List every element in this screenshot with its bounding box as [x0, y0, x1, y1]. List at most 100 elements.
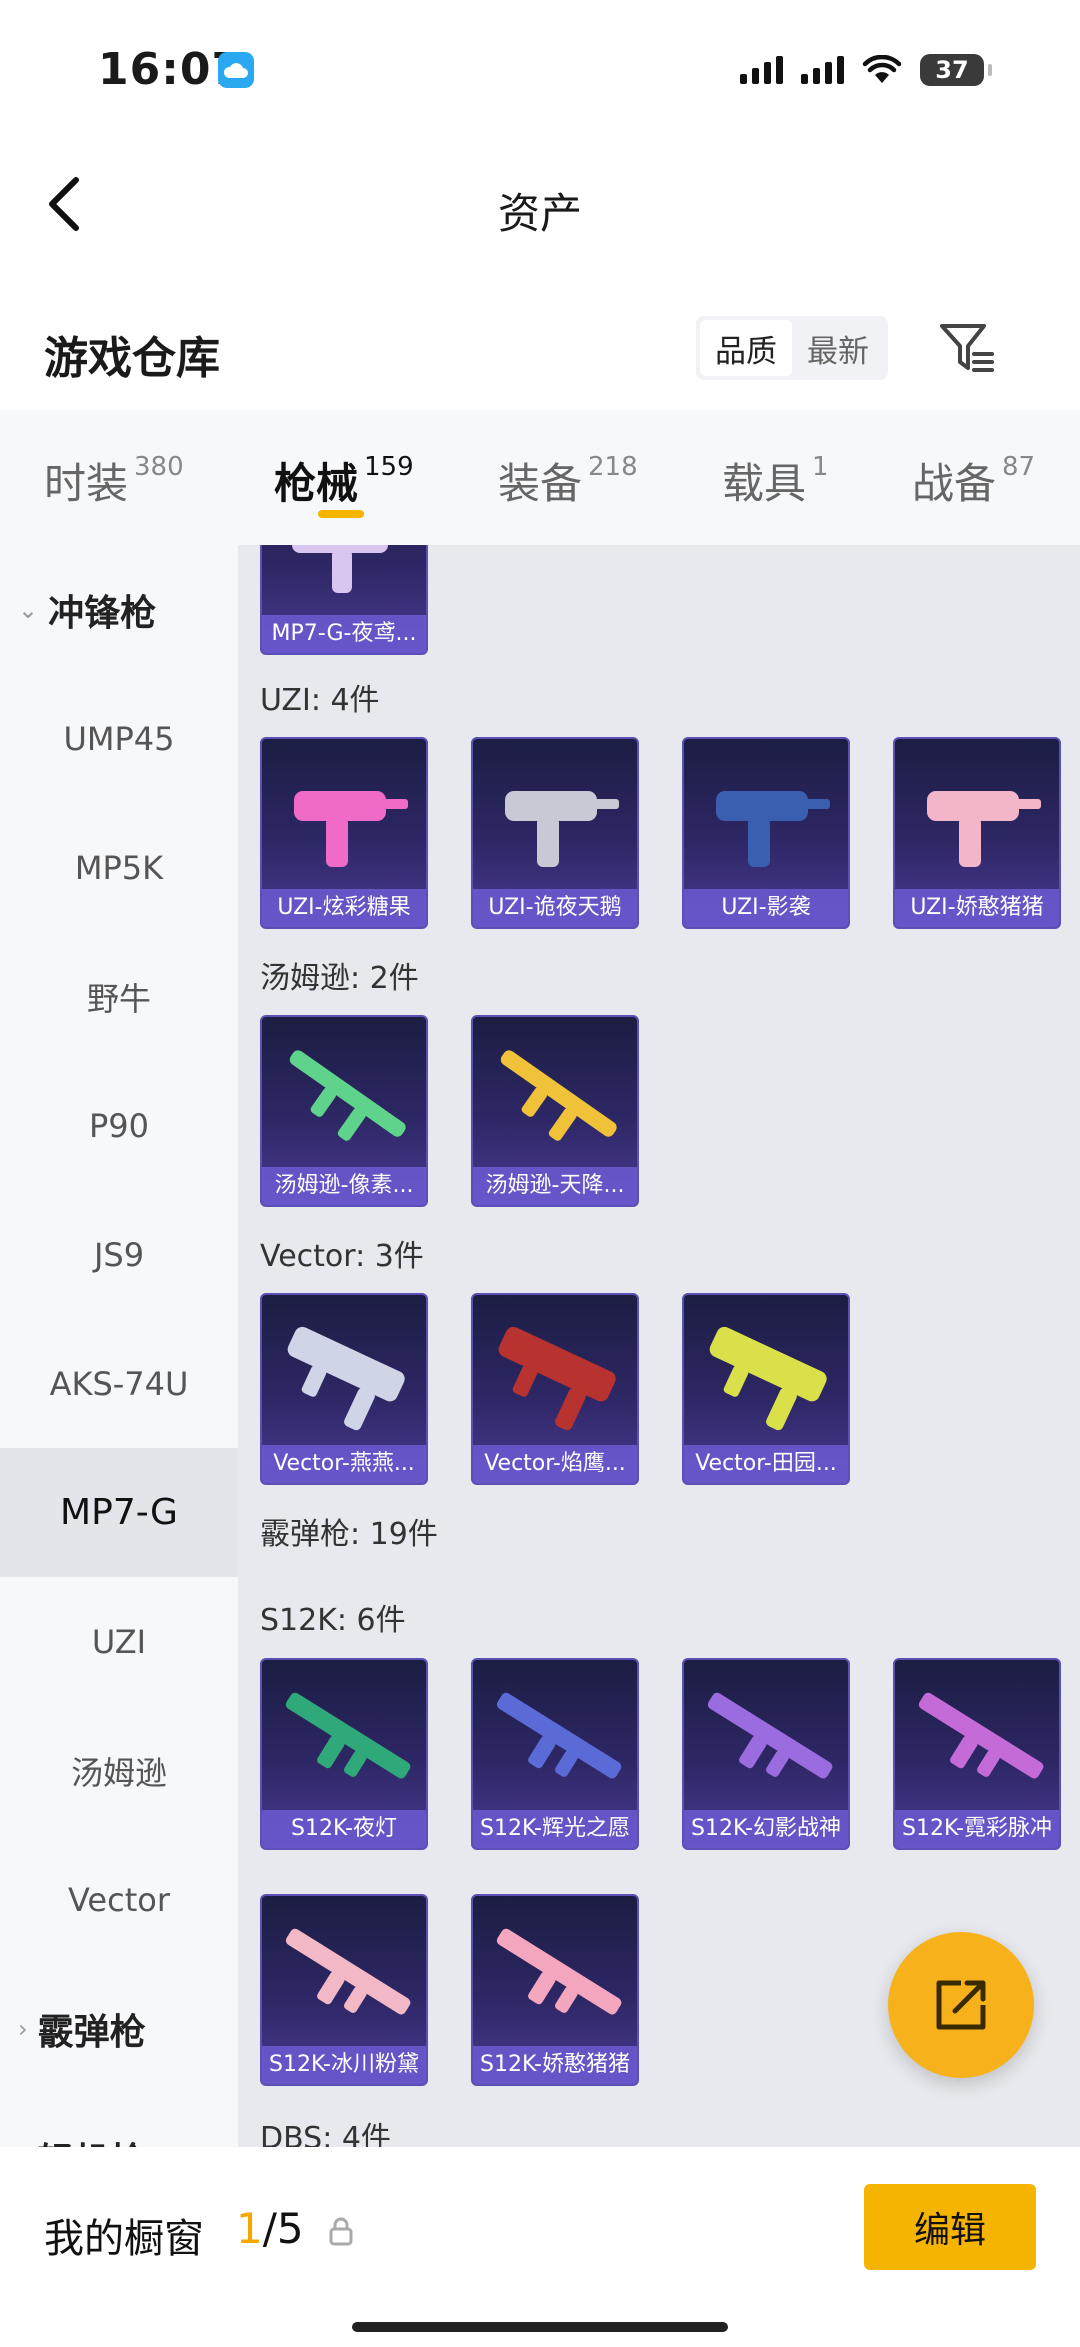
tab-label: 装备 [498, 459, 583, 508]
skin-card[interactable]: S12K-幻影战神 [682, 1658, 850, 1850]
showcase-label: 我的橱窗 [44, 2216, 204, 2262]
gun-skin-shape [285, 1692, 411, 1779]
wifi-icon [862, 55, 902, 83]
skin-card[interactable]: S12K-辉光之愿 [471, 1658, 639, 1850]
tab-equipment[interactable]: 装备 218 [498, 450, 638, 511]
filter-icon[interactable] [936, 318, 996, 378]
gun-skin-shape [716, 791, 830, 867]
skin-card[interactable]: 汤姆逊-天降... [471, 1015, 639, 1207]
gun-skin-icon [285, 1928, 411, 2015]
gun-skin-shape [707, 1692, 833, 1779]
cellular-signal-icon [740, 56, 783, 84]
group-label-s12k: S12K: 6件 [260, 1603, 406, 1638]
skin-card[interactable]: UZI-娇憨猪猪 [893, 737, 1061, 929]
skin-card[interactable]: UZI-诡夜天鹅 [471, 737, 639, 929]
sidebar-item-uzi[interactable]: UZI [0, 1577, 238, 1706]
section-title: 游戏仓库 [44, 333, 220, 384]
skin-card-name: S12K-娇憨猪猪 [473, 2046, 637, 2084]
sidebar-item-bizon[interactable]: 野牛 [0, 932, 238, 1061]
group-label-uzi: UZI: 4件 [260, 683, 380, 718]
tab-supplies[interactable]: 战备 87 [912, 450, 1035, 511]
tab-label: 时装 [44, 459, 129, 508]
skin-card[interactable]: MP7-G-夜鸢... [260, 545, 428, 655]
page-title: 资产 [497, 189, 582, 238]
gun-skin-icon [707, 1692, 833, 1779]
showcase-current: 1 [236, 2204, 263, 2253]
skin-card[interactable]: S12K-冰川粉黛 [260, 1894, 428, 2086]
skin-card[interactable]: S12K-霓彩脉冲 [893, 1658, 1061, 1850]
weapon-type-sidebar: ⌄ 冲锋枪 UMP45 MP5K 野牛 P90 JS9 AKS-74U MP7-… [0, 545, 238, 2147]
skin-card-name: MP7-G-夜鸢... [262, 615, 426, 653]
gun-skin-icon [292, 545, 388, 593]
sidebar-group-smg[interactable]: ⌄ 冲锋枪 [0, 545, 238, 674]
tab-count: 380 [134, 452, 184, 482]
sidebar-item-label: 汤姆逊 [70, 1753, 167, 1792]
chevron-down-icon: ⌄ [18, 595, 39, 624]
skin-card-name: UZI-诡夜天鹅 [473, 889, 637, 927]
sidebar-item-label: MP5K [74, 848, 164, 887]
sidebar-item-thompson[interactable]: 汤姆逊 [0, 1706, 238, 1835]
active-tab-indicator [318, 510, 364, 518]
edit-button[interactable]: 编辑 [864, 2184, 1036, 2270]
skin-card-name: 汤姆逊-像素... [262, 1167, 426, 1205]
gun-skin-icon [709, 1326, 827, 1431]
cloud-icon [218, 52, 254, 88]
gun-skin-shape [500, 1050, 617, 1141]
sidebar-group-shotgun[interactable]: › 霰弹枪 [0, 1964, 238, 2093]
gun-skin-shape [918, 1692, 1044, 1779]
gun-skin-icon [285, 1692, 411, 1779]
group-label-thompson: 汤姆逊: 2件 [260, 961, 419, 996]
sidebar-item-label: UMP45 [63, 719, 175, 758]
gun-skin-shape [496, 1692, 622, 1779]
sidebar-item-ump45[interactable]: UMP45 [0, 674, 238, 803]
sidebar-item-vector[interactable]: Vector [0, 1835, 238, 1964]
skin-card[interactable]: UZI-炫彩糖果 [260, 737, 428, 929]
weapon-skin-grid: MP7-G-夜鸢... UZI: 4件 UZI-炫彩糖果 UZI-诡夜天鹅 UZ… [238, 545, 1080, 2147]
skin-card[interactable]: Vector-燕燕... [260, 1293, 428, 1485]
skin-card-name: S12K-幻影战神 [684, 1810, 848, 1848]
skin-card-name: S12K-辉光之愿 [473, 1810, 637, 1848]
sidebar-item-p90[interactable]: P90 [0, 1061, 238, 1190]
showcase-total: /5 [262, 2204, 304, 2253]
sort-newest-option[interactable]: 最新 [792, 320, 884, 376]
chevron-right-icon: › [18, 2144, 28, 2148]
skin-card[interactable]: UZI-影袭 [682, 737, 850, 929]
sidebar-item-label: 冲锋枪 [48, 592, 157, 634]
gun-skin-shape [498, 1326, 616, 1431]
status-bar: 16:07 37 [0, 0, 1080, 140]
tab-label: 载具 [722, 459, 807, 508]
sort-quality-option[interactable]: 品质 [700, 320, 792, 376]
skin-card[interactable]: S12K-娇憨猪猪 [471, 1894, 639, 2086]
sidebar-item-mp5k[interactable]: MP5K [0, 803, 238, 932]
sidebar-item-label: UZI [91, 1622, 147, 1661]
skin-card-name: UZI-炫彩糖果 [262, 889, 426, 927]
gun-skin-icon [496, 1928, 622, 2015]
skin-card[interactable]: 汤姆逊-像素... [260, 1015, 428, 1207]
sidebar-group-lmg[interactable]: › 轻机枪 [0, 2093, 238, 2148]
battery-icon: 37 [920, 54, 992, 86]
skin-card[interactable]: Vector-焰鹰... [471, 1293, 639, 1485]
skin-card-name: S12K-霓彩脉冲 [895, 1810, 1059, 1848]
gun-skin-icon [294, 791, 408, 867]
tab-fashion[interactable]: 时装 380 [44, 450, 184, 511]
tab-label: 战备 [912, 459, 997, 508]
skin-card[interactable]: S12K-夜灯 [260, 1658, 428, 1850]
gun-skin-icon [918, 1692, 1044, 1779]
sidebar-item-aks74u[interactable]: AKS-74U [0, 1319, 238, 1448]
tab-vehicles[interactable]: 载具 1 [722, 450, 829, 511]
tab-count: 1 [812, 452, 829, 482]
sidebar-item-js9[interactable]: JS9 [0, 1190, 238, 1319]
category-tabs: 时装 380 枪械 159 装备 218 载具 1 战备 87 [0, 410, 1080, 545]
skin-card-name: Vector-燕燕... [262, 1445, 426, 1483]
sidebar-item-mp7g[interactable]: MP7-G [0, 1448, 238, 1577]
tab-firearms[interactable]: 枪械 159 [274, 450, 414, 511]
sidebar-item-label: JS9 [93, 1235, 145, 1274]
gun-skin-icon [289, 1050, 406, 1141]
share-button[interactable] [888, 1932, 1034, 2078]
gun-skin-icon [927, 791, 1041, 867]
skin-card[interactable]: Vector-田园... [682, 1293, 850, 1485]
sidebar-item-label: 霰弹枪 [37, 2011, 146, 2053]
skin-card-name: Vector-焰鹰... [473, 1445, 637, 1483]
sidebar-item-label: 轻机枪 [38, 2132, 146, 2148]
showcase-bar: 我的橱窗 1/5 编辑 [0, 2150, 1080, 2347]
